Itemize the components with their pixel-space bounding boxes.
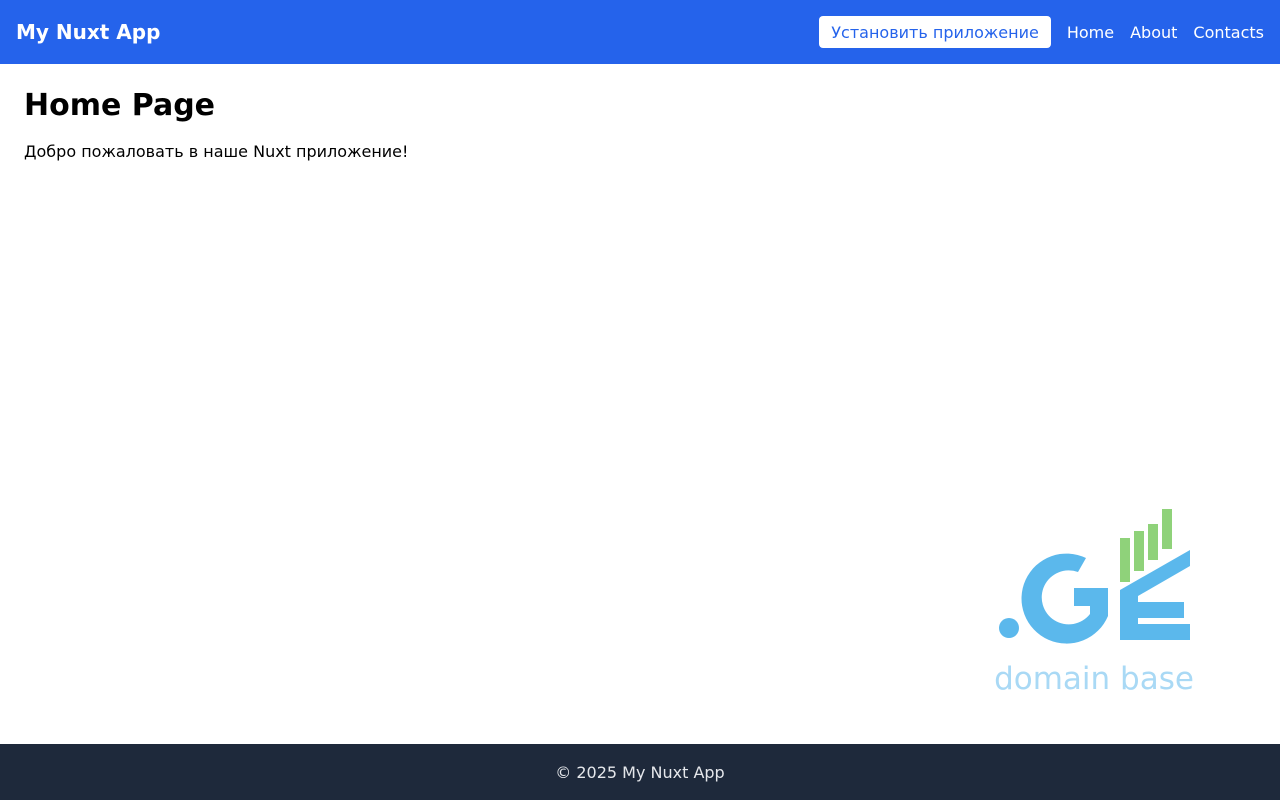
logo-letter-e bbox=[1120, 550, 1190, 640]
logo-graphic: domain base bbox=[994, 509, 1194, 697]
install-app-button[interactable]: Установить приложение bbox=[819, 16, 1051, 48]
app-footer: © 2025 My Nuxt App bbox=[0, 744, 1280, 800]
nav-link-about[interactable]: About bbox=[1130, 23, 1177, 42]
ge-domain-base-logo: domain base bbox=[994, 506, 1194, 697]
page-title: Home Page bbox=[24, 88, 216, 123]
logo-bar-3 bbox=[1148, 524, 1158, 560]
main-content: Home Page Добро пожаловать в наше Nuxt п… bbox=[24, 88, 408, 162]
app-header: My Nuxt App Установить приложение Home A… bbox=[0, 0, 1280, 64]
footer-copyright: © 2025 My Nuxt App bbox=[555, 762, 725, 782]
logo-letter-g bbox=[1021, 553, 1108, 644]
top-nav: Установить приложение Home About Contact… bbox=[819, 16, 1264, 48]
logo-bar-1 bbox=[1120, 538, 1130, 582]
nav-link-contacts[interactable]: Contacts bbox=[1193, 23, 1264, 42]
nav-link-home[interactable]: Home bbox=[1067, 23, 1114, 42]
logo-dot bbox=[999, 618, 1019, 638]
logo-caption: domain base bbox=[994, 661, 1194, 696]
brand-link[interactable]: My Nuxt App bbox=[16, 20, 160, 44]
welcome-text: Добро пожаловать в наше Nuxt приложение! bbox=[24, 142, 409, 161]
logo-bar-4 bbox=[1162, 509, 1172, 549]
logo-bar-2 bbox=[1134, 531, 1144, 571]
